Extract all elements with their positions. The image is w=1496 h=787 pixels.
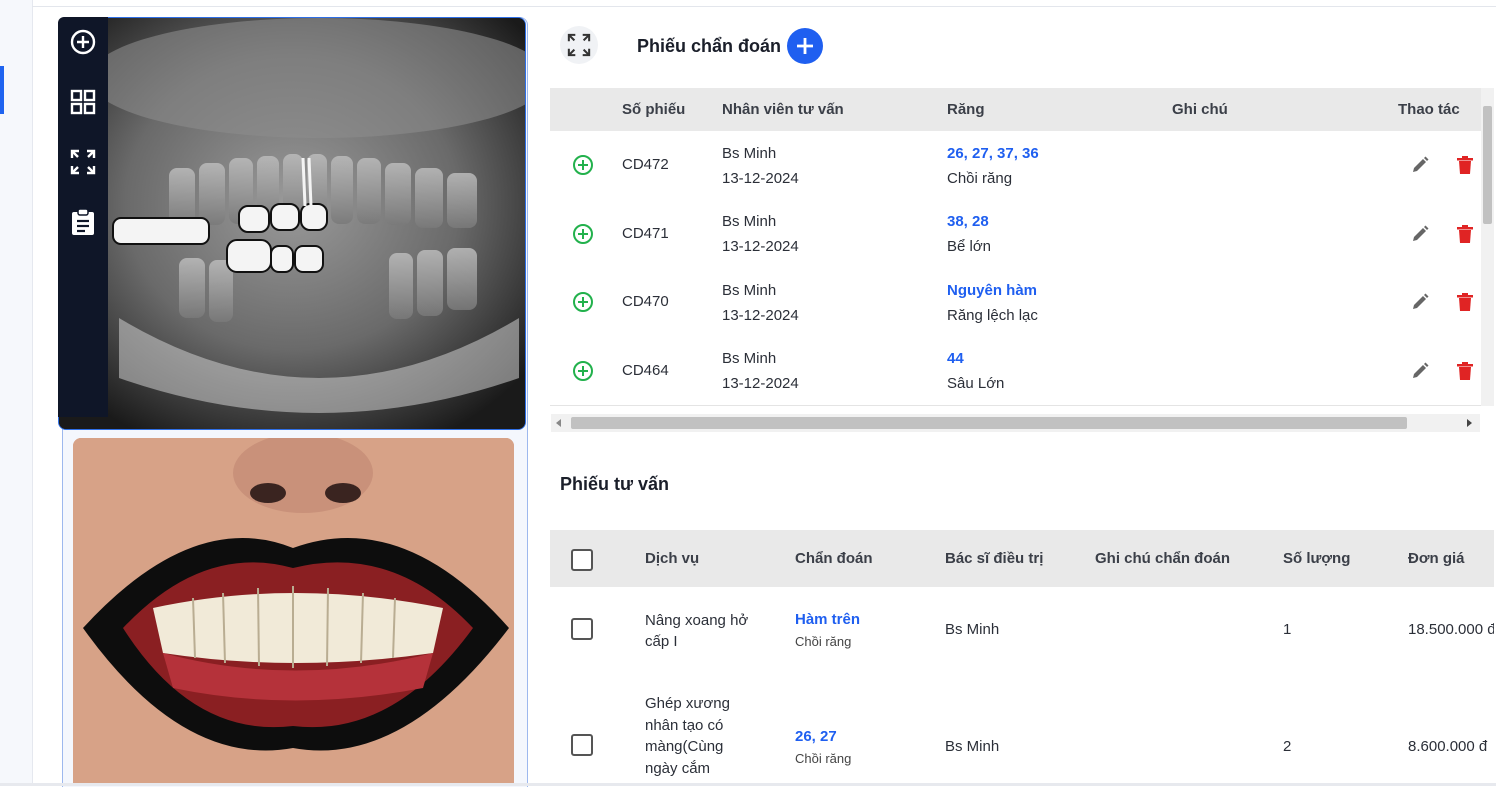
plus-circle-icon[interactable] xyxy=(572,360,594,382)
expand-icon xyxy=(567,33,591,57)
row-checkbox[interactable] xyxy=(571,734,593,756)
diagnosis-note: Chồi răng xyxy=(795,634,852,649)
mouth-photo xyxy=(73,438,514,786)
add-diagnosis-button[interactable] xyxy=(787,28,823,64)
select-all-checkbox[interactable] xyxy=(571,549,593,571)
diagnosis-note: Sâu Lớn xyxy=(947,375,1005,392)
col-diagnosis: Chẩn đoán xyxy=(795,550,873,567)
record-date: 13-12-2024 xyxy=(722,170,799,187)
pencil-icon[interactable] xyxy=(1410,292,1430,312)
diagnosis-vertical-scrollbar[interactable] xyxy=(1481,88,1494,406)
plus-circle-icon[interactable] xyxy=(572,291,594,313)
record-code: CD470 xyxy=(622,293,669,310)
plus-circle-icon[interactable] xyxy=(572,154,594,176)
diagnosis-note: Chồi răng xyxy=(947,170,1013,187)
doctor: Bs Minh xyxy=(945,621,1000,638)
record-date: 13-12-2024 xyxy=(722,307,799,324)
left-sidebar xyxy=(0,0,33,786)
diagnosis-note: Bể lớn xyxy=(947,238,992,255)
staff-name: Bs Minh xyxy=(722,282,777,299)
consult-table-header: Dịch vụ Chẩn đoán Bác sĩ điều trị Ghi ch… xyxy=(550,530,1494,587)
diagnosis-link[interactable]: Hàm trên xyxy=(795,611,860,628)
table-row[interactable]: CD471 Bs Minh 13-12-2024 38, 28 Bể lớn xyxy=(550,199,1481,269)
expand-panel-button[interactable] xyxy=(560,26,598,64)
table-row[interactable]: CD464 Bs Minh 13-12-2024 44 Sâu Lớn xyxy=(550,336,1481,406)
teeth-link[interactable]: 38, 28 xyxy=(947,213,989,230)
fullscreen-image-button[interactable] xyxy=(66,145,100,179)
table-row[interactable]: Nâng xoang hở cấp I Hàm trên Chồi răng B… xyxy=(550,587,1494,672)
table-row[interactable]: CD472 Bs Minh 13-12-2024 26, 27, 37, 36 Chồi… xyxy=(550,131,1481,200)
panoramic-xray xyxy=(59,18,525,429)
col-actions: Thao tác xyxy=(1398,101,1460,118)
col-diag-note: Ghi chú chẩn đoán xyxy=(1095,550,1231,567)
trash-icon[interactable] xyxy=(1456,361,1474,381)
clipboard-button[interactable] xyxy=(66,205,100,239)
unit-price: 8.600.000 đ xyxy=(1408,738,1488,755)
diagnosis-horizontal-scrollbar[interactable] xyxy=(551,414,1480,432)
image-tool-rail xyxy=(58,17,108,417)
scroll-right-icon[interactable] xyxy=(1465,419,1473,427)
col-note: Ghi chú xyxy=(1172,101,1228,118)
table-row[interactable]: Ghép xương nhân tạo có màng(Cùng ngày cắ… xyxy=(550,671,1494,783)
diagnosis-table-header: Số phiếu Nhân viên tư vấn Răng Ghi chú T… xyxy=(550,88,1481,131)
col-qty: Số lượng xyxy=(1283,550,1351,567)
plus-icon xyxy=(797,38,813,54)
add-image-button[interactable] xyxy=(66,25,100,59)
service-name: Nâng xoang hở cấp I xyxy=(645,612,749,650)
xray-image[interactable] xyxy=(58,17,526,430)
divider xyxy=(32,6,1496,7)
plus-circle-icon xyxy=(70,29,96,55)
grid-icon xyxy=(70,89,96,115)
scroll-thumb[interactable] xyxy=(571,417,1407,429)
sidebar-active-indicator xyxy=(0,66,4,114)
trash-icon[interactable] xyxy=(1456,155,1474,175)
intraoral-photo[interactable] xyxy=(73,438,514,786)
clipboard-icon xyxy=(72,208,94,235)
quantity: 1 xyxy=(1283,621,1292,638)
trash-icon[interactable] xyxy=(1456,224,1474,244)
col-teeth: Răng xyxy=(947,101,985,118)
teeth-link[interactable]: 26, 27, 37, 36 xyxy=(947,145,1039,162)
quantity: 2 xyxy=(1283,738,1292,755)
record-date: 13-12-2024 xyxy=(722,238,799,255)
pencil-icon[interactable] xyxy=(1410,224,1430,244)
diagnosis-link[interactable]: 26, 27 xyxy=(795,728,837,745)
pencil-icon[interactable] xyxy=(1410,155,1430,175)
record-code: CD471 xyxy=(622,225,669,242)
scroll-thumb[interactable] xyxy=(1483,106,1492,224)
record-code: CD472 xyxy=(622,156,669,173)
staff-name: Bs Minh xyxy=(722,213,777,230)
record-date: 13-12-2024 xyxy=(722,375,799,392)
teeth-link[interactable]: 44 xyxy=(947,350,964,367)
staff-name: Bs Minh xyxy=(722,350,777,367)
table-row[interactable]: CD470 Bs Minh 13-12-2024 Nguyên hàm Răng lệc… xyxy=(550,268,1481,337)
service-name: Ghép xương nhân tạo có màng(Cùng ngày cắ… xyxy=(645,695,730,777)
page: Phiếu chẩn đoán Số phiếu Nhân viên tư vấ… xyxy=(0,0,1496,787)
pencil-icon[interactable] xyxy=(1410,361,1430,381)
row-checkbox[interactable] xyxy=(571,618,593,640)
consult-title: Phiếu tư vấn xyxy=(560,474,670,494)
scroll-left-icon[interactable] xyxy=(555,419,563,427)
unit-price: 18.500.000 đ xyxy=(1408,621,1494,638)
diagnosis-note: Chồi răng xyxy=(795,751,852,766)
plus-circle-icon[interactable] xyxy=(572,223,594,245)
teeth-link[interactable]: Nguyên hàm xyxy=(947,282,1037,299)
diagnosis-note: Răng lệch lạc xyxy=(947,307,1038,324)
expand-icon xyxy=(70,149,96,175)
diagnosis-title: Phiếu chẩn đoán xyxy=(637,36,782,56)
col-doctor: Bác sĩ điều trị xyxy=(945,550,1044,567)
staff-name: Bs Minh xyxy=(722,145,777,162)
col-staff: Nhân viên tư vấn xyxy=(722,101,844,118)
col-code: Số phiếu xyxy=(622,101,686,118)
grid-view-button[interactable] xyxy=(66,85,100,119)
col-service: Dịch vụ xyxy=(645,550,700,567)
col-price: Đơn giá xyxy=(1408,550,1465,567)
record-code: CD464 xyxy=(622,362,669,379)
trash-icon[interactable] xyxy=(1456,292,1474,312)
doctor: Bs Minh xyxy=(945,738,1000,755)
